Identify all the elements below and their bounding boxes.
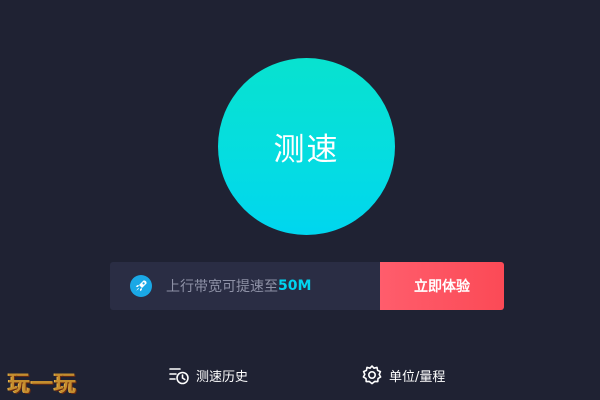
promo-info: 上行带宽可提速至 50M: [110, 262, 380, 310]
promo-text: 上行带宽可提速至: [166, 279, 278, 295]
speed-history-label: 测速历史: [196, 369, 249, 385]
gear-icon: [361, 364, 383, 386]
history-clock-icon: [168, 364, 190, 386]
watermark-logo: 玩一玩: [8, 372, 78, 397]
unit-range-label: 单位/量程: [389, 369, 446, 385]
start-speed-test-button[interactable]: 测速: [218, 58, 395, 235]
speed-test-screen: 测速 上行带宽可提速至 50M 立即体验 测速历史 单位/量程 玩一玩: [0, 0, 600, 400]
try-now-button[interactable]: 立即体验: [380, 262, 504, 310]
upload-boost-promo: 上行带宽可提速至 50M 立即体验: [110, 262, 504, 310]
promo-speed-highlight: 50M: [278, 278, 312, 294]
unit-range-link[interactable]: 单位/量程: [361, 364, 445, 386]
rocket-icon: [130, 275, 152, 297]
speed-test-label: 测速: [273, 132, 340, 168]
speed-history-link[interactable]: 测速历史: [168, 364, 248, 386]
